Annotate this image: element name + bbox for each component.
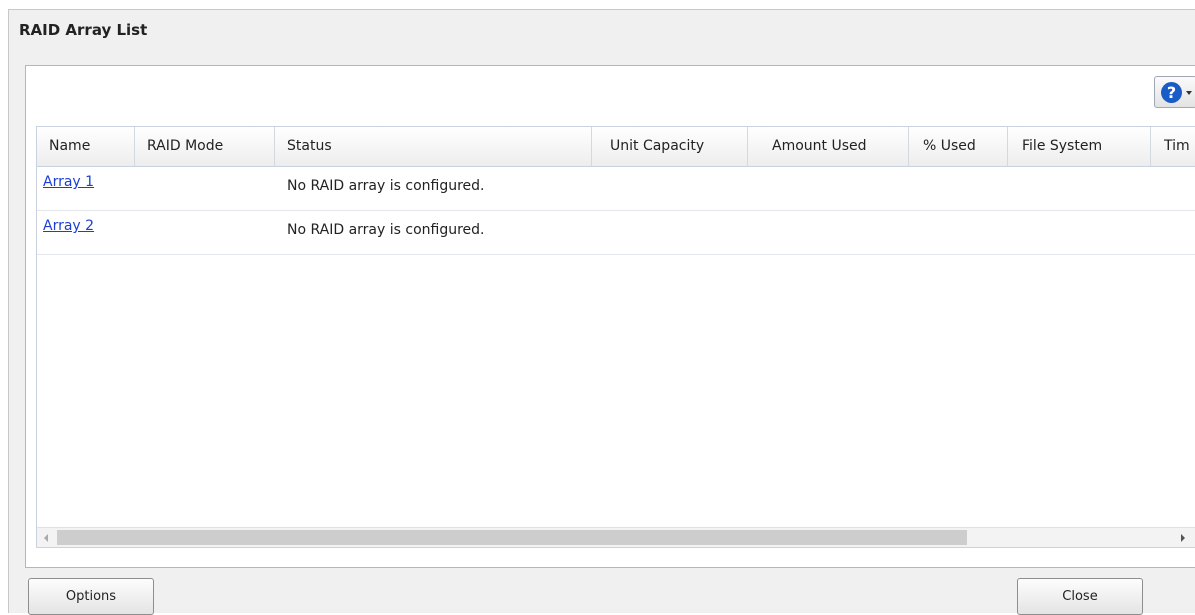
table-row: Array 2 No RAID array is configured. [37, 211, 1195, 255]
horizontal-scrollbar[interactable] [37, 527, 1195, 547]
question-circle-icon: ? [1161, 82, 1182, 103]
scroll-left-icon[interactable] [44, 534, 48, 542]
close-button[interactable]: Close [1017, 578, 1143, 615]
raid-array-table: Name RAID Mode Status Unit Capacity Amou… [36, 126, 1195, 548]
status-cell: No RAID array is configured. [287, 222, 485, 238]
column-header-amount-used[interactable]: Amount Used [748, 127, 909, 166]
column-header-percent-used[interactable]: % Used [909, 127, 1008, 166]
dialog-title: RAID Array List [19, 21, 148, 39]
status-cell: No RAID array is configured. [287, 178, 485, 194]
column-header-time[interactable]: Tim [1151, 127, 1195, 166]
table-header: Name RAID Mode Status Unit Capacity Amou… [37, 127, 1195, 167]
scrollbar-thumb[interactable] [57, 530, 967, 545]
content-panel: ? Name RAID Mode Status Unit Capacity Am… [25, 65, 1195, 568]
column-header-unit-capacity[interactable]: Unit Capacity [592, 127, 748, 166]
scroll-right-icon[interactable] [1181, 534, 1185, 542]
column-header-status[interactable]: Status [275, 127, 592, 166]
array-link[interactable]: Array 2 [43, 218, 94, 234]
column-header-raid-mode[interactable]: RAID Mode [135, 127, 275, 166]
column-header-file-system[interactable]: File System [1008, 127, 1151, 166]
column-header-name[interactable]: Name [37, 127, 135, 166]
raid-array-list-dialog: RAID Array List ? Name RAID Mode Status … [8, 9, 1195, 615]
help-button[interactable]: ? [1154, 76, 1195, 108]
chevron-down-icon [1186, 91, 1192, 95]
options-button[interactable]: Options [28, 578, 154, 615]
table-row: Array 1 No RAID array is configured. [37, 167, 1195, 211]
array-link[interactable]: Array 1 [43, 174, 94, 190]
